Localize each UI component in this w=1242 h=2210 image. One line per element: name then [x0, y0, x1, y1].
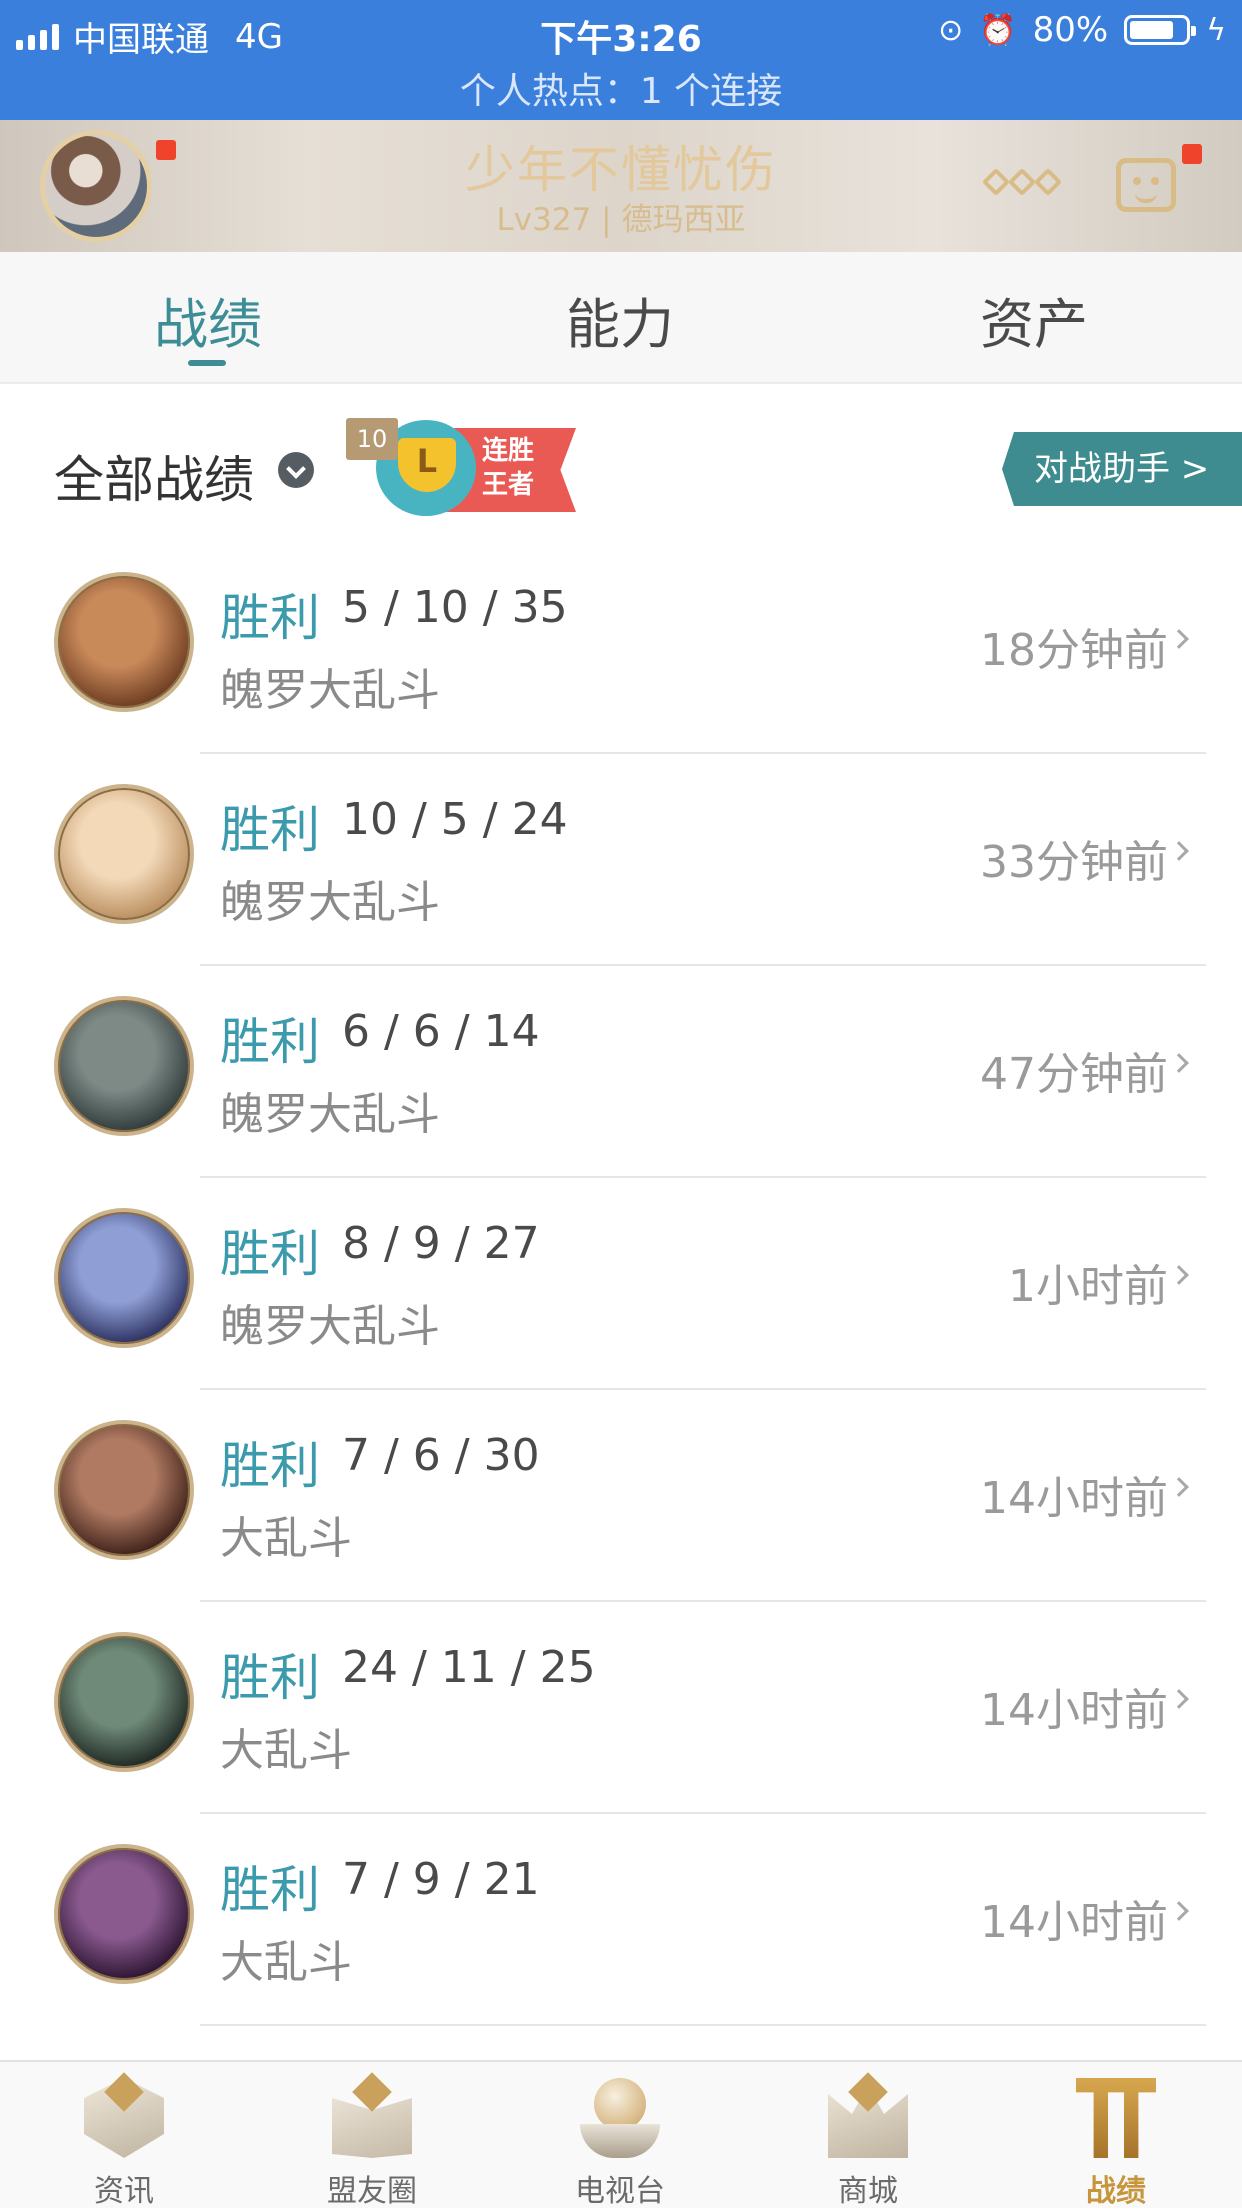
message-icon[interactable]: [1116, 158, 1176, 212]
nav-friends[interactable]: 盟友圈: [248, 2070, 496, 2210]
match-result: 胜利: [220, 1649, 320, 1707]
alarm-icon: ⏰: [979, 12, 1017, 48]
match-row[interactable]: 胜利 8 / 9 / 27 魄罗大乱斗 1小时前: [0, 1178, 1242, 1390]
stats-icon: [1076, 2078, 1156, 2158]
match-time: 33分钟前: [980, 837, 1168, 888]
match-result: 胜利: [220, 1225, 320, 1283]
hotspot-banner[interactable]: 个人热点：1 个连接: [0, 62, 1242, 114]
shop-gem: [828, 2072, 908, 2158]
chevron-right-icon: [1169, 629, 1189, 649]
friends-gem: [332, 2072, 412, 2158]
match-mode: 魄罗大乱斗: [220, 877, 440, 928]
nav-shop[interactable]: 商城: [744, 2070, 992, 2210]
tv-icon: [580, 2078, 660, 2158]
charging-icon: ϟ: [1206, 12, 1226, 48]
tab-ability[interactable]: 能力: [470, 280, 770, 359]
nav-label: 商城: [838, 2174, 898, 2209]
chevron-right-icon: [1169, 1477, 1189, 1497]
match-time: 47分钟前: [980, 1049, 1168, 1100]
hero-avatar: [54, 1420, 194, 1560]
match-result: 胜利: [220, 589, 320, 647]
match-time: 14小时前: [980, 1685, 1168, 1736]
profile-header: 少年不懂忧伤 Lv327 | 德玛西亚: [0, 120, 1242, 252]
message-notification-dot: [1182, 144, 1202, 164]
chevron-down-icon[interactable]: [278, 452, 314, 488]
nav-label: 电视台: [575, 2174, 665, 2209]
status-right: ⊙ ⏰ 80% ϟ: [938, 10, 1226, 50]
win-streak-badge[interactable]: 连胜 王者 L 10: [346, 418, 576, 518]
active-tab-indicator: [188, 360, 226, 366]
hero-avatar: [54, 572, 194, 712]
match-time: 1小时前: [1008, 1261, 1168, 1312]
hero-avatar: [54, 784, 194, 924]
hero-avatar: [54, 996, 194, 1136]
match-time: 14小时前: [980, 1473, 1168, 1524]
status-bar: 中国联通 4G 下午3:26 ⊙ ⏰ 80% ϟ 个人热点：1 个连接: [0, 0, 1242, 120]
nav-label: 资讯: [94, 2174, 154, 2209]
tab-assets[interactable]: 资产: [884, 280, 1184, 359]
match-kda: 7 / 6 / 30: [342, 1430, 540, 1481]
match-row[interactable]: 胜利 10 / 5 / 24 魄罗大乱斗 33分钟前: [0, 754, 1242, 966]
match-result: 胜利: [220, 1013, 320, 1071]
chevron-right-icon: [1169, 1689, 1189, 1709]
match-row[interactable]: 胜利 5 / 10 / 35 魄罗大乱斗 18分钟前: [0, 542, 1242, 754]
nav-label: 盟友圈: [327, 2174, 417, 2209]
match-result: 胜利: [220, 1437, 320, 1495]
battle-assistant-button[interactable]: 对战助手 >: [1002, 432, 1242, 506]
match-kda: 8 / 9 / 27: [342, 1218, 540, 1269]
match-result: 胜利: [220, 801, 320, 859]
hero-avatar: [54, 1632, 194, 1772]
match-row[interactable]: 胜利 6 / 6 / 14 魄罗大乱斗 47分钟前: [0, 966, 1242, 1178]
match-mode: 大乱斗: [220, 1725, 352, 1776]
match-time: 14小时前: [980, 1897, 1168, 1948]
more-icon[interactable]: [981, 167, 1063, 197]
match-kda: 24 / 11 / 25: [342, 1642, 596, 1693]
nav-stats[interactable]: 战绩: [992, 2070, 1240, 2210]
streak-title: 连胜 王者: [481, 436, 534, 500]
battery-percent: 80%: [1032, 10, 1109, 50]
match-row[interactable]: 胜利 7 / 9 / 21 大乱斗 14小时前: [0, 1814, 1242, 2026]
match-kda: 5 / 10 / 35: [342, 582, 568, 633]
chevron-right-icon: [1169, 1265, 1189, 1285]
chevron-right-icon: [1169, 841, 1189, 861]
tab-bar: 战绩 能力 资产: [0, 252, 1242, 384]
match-mode: 魄罗大乱斗: [220, 1301, 440, 1352]
match-mode: 魄罗大乱斗: [220, 1089, 440, 1140]
streak-count: 10: [346, 418, 398, 460]
match-row[interactable]: 胜利 24 / 11 / 25 大乱斗 14小时前: [0, 1602, 1242, 1814]
bottom-nav: 资讯 盟友圈 电视台 商城 战绩: [0, 2060, 1242, 2210]
match-kda: 10 / 5 / 24: [342, 794, 568, 845]
match-time: 18分钟前: [980, 625, 1168, 676]
match-kda: 7 / 9 / 21: [342, 1854, 540, 1905]
nav-label: 战绩: [1086, 2174, 1146, 2209]
nav-news[interactable]: 资讯: [0, 2070, 248, 2210]
match-result: 胜利: [220, 1861, 320, 1919]
row-divider: [200, 2024, 1206, 2026]
hero-avatar: [54, 1844, 194, 1984]
match-mode: 大乱斗: [220, 1937, 352, 1988]
tab-record[interactable]: 战绩: [58, 280, 358, 359]
battery-icon: [1124, 15, 1197, 45]
filter-dropdown-label[interactable]: 全部战绩: [54, 440, 254, 512]
news-gem: [84, 2072, 164, 2158]
nav-tv[interactable]: 电视台: [496, 2070, 744, 2210]
rotation-lock-icon: ⊙: [938, 12, 964, 48]
level-server: Lv327 | 德玛西亚: [496, 202, 746, 238]
match-mode: 魄罗大乱斗: [220, 665, 440, 716]
hero-avatar: [54, 1208, 194, 1348]
match-mode: 大乱斗: [220, 1513, 352, 1564]
match-kda: 6 / 6 / 14: [342, 1006, 540, 1057]
chevron-right-icon: [1169, 1053, 1189, 1073]
chevron-right-icon: [1169, 1901, 1189, 1921]
trophy-letter: L: [416, 442, 438, 480]
match-row[interactable]: 胜利 7 / 6 / 30 大乱斗 14小时前: [0, 1390, 1242, 1602]
